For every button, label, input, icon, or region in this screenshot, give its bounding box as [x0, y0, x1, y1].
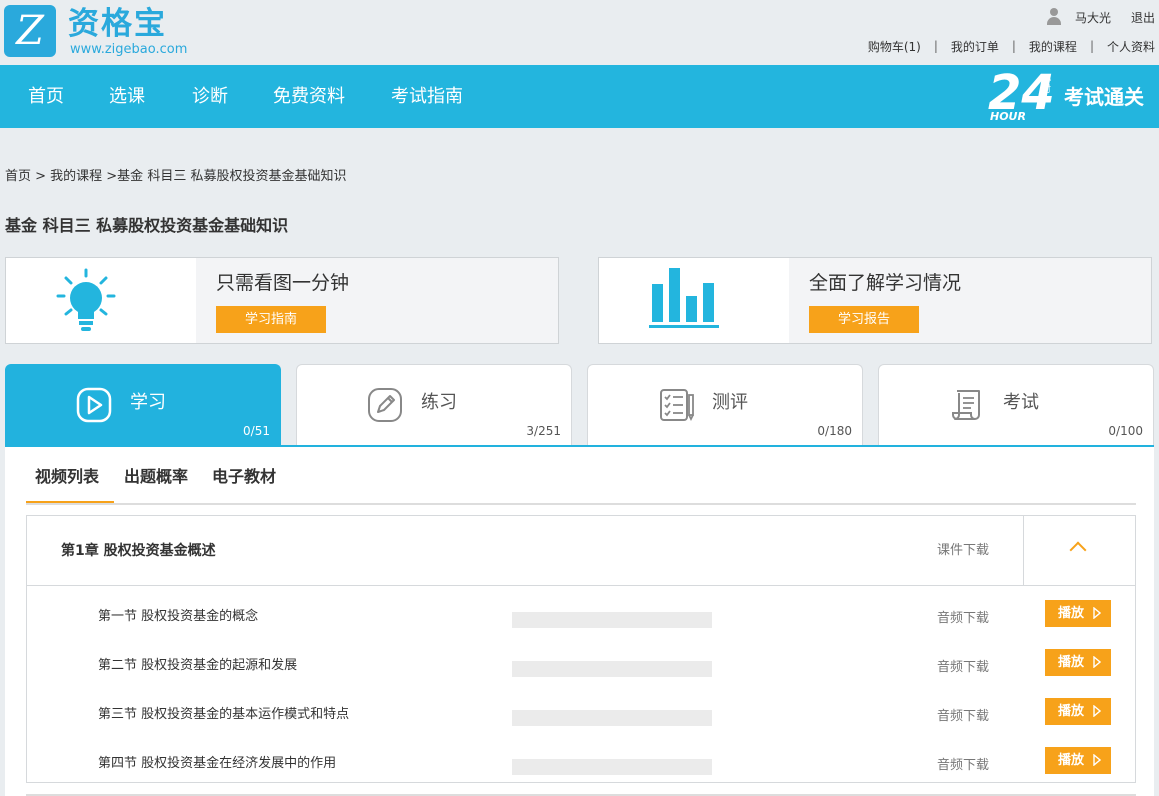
tab-exam[interactable]: 考试 0/100 — [878, 364, 1154, 446]
my-orders-link[interactable]: 我的订单 — [951, 38, 999, 55]
tab-label: 练习 — [421, 392, 457, 413]
logo-url: www.zigebao.com — [70, 42, 188, 57]
play-triangle-icon — [1093, 656, 1101, 668]
study-guide-card: 只需看图一分钟 学习指南 — [5, 257, 559, 344]
progress-bar — [512, 661, 712, 677]
logo[interactable]: Z 资格宝 www.zigebao.com — [4, 5, 188, 61]
promo-text: 只需看图一分钟 — [216, 272, 350, 294]
nav-item-home[interactable]: 首页 — [28, 65, 64, 128]
play-triangle-icon — [1093, 607, 1101, 619]
play-button[interactable]: 播放 — [1045, 747, 1111, 774]
section-name[interactable]: 第三节 股权投资基金的基本运作模式和特点 — [98, 706, 349, 724]
subtab-divider — [26, 503, 1136, 505]
badge-hour: HOUR — [990, 110, 1026, 123]
tab-practice[interactable]: 练习 3/251 — [296, 364, 572, 446]
audio-download-link[interactable]: 音频下载 — [937, 610, 989, 628]
courseware-download-link[interactable]: 课件下载 — [937, 541, 989, 561]
logout-link[interactable]: 退出 — [1131, 9, 1155, 26]
cart-link[interactable]: 购物车(1) — [868, 38, 921, 55]
play-label: 播放 — [1058, 704, 1085, 719]
24-hour-badge: 24 小时 HOUR — [988, 65, 1064, 123]
progress-bar — [512, 710, 712, 726]
bar-chart-icon — [599, 258, 789, 343]
play-icon — [74, 385, 114, 425]
play-label: 播放 — [1058, 753, 1085, 768]
badge-text: 考试通关 — [1064, 85, 1144, 109]
checklist-icon — [656, 385, 696, 425]
content-panel: 视频列表 出题概率 电子教材 第1章 股权投资基金概述 课件下载 第一节 股权投… — [5, 447, 1154, 796]
progress-bar — [512, 612, 712, 628]
collapse-button[interactable] — [1023, 516, 1135, 586]
play-button[interactable]: 播放 — [1045, 649, 1111, 676]
audio-download-link[interactable]: 音频下载 — [937, 708, 989, 726]
list-item: 第三节 股权投资基金的基本运作模式和特点 音频下载 播放 — [27, 698, 1135, 738]
tab-label: 考试 — [1003, 392, 1039, 413]
link-separator: | — [933, 39, 938, 53]
progress-bar — [512, 759, 712, 775]
header: Z 资格宝 www.zigebao.com 马大光 退出 购物车(1) | 我的… — [0, 0, 1159, 65]
logo-name: 资格宝 — [68, 6, 167, 42]
chevron-up-icon — [1069, 541, 1087, 559]
user-icon — [1046, 8, 1061, 26]
link-separator: | — [1089, 39, 1094, 53]
user-area: 马大光 退出 — [1046, 6, 1155, 28]
tab-count: 0/180 — [817, 424, 852, 438]
study-report-button[interactable]: 学习报告 — [809, 306, 919, 333]
exam-paper-icon — [947, 385, 987, 425]
section-name[interactable]: 第一节 股权投资基金的概念 — [98, 608, 258, 626]
audio-download-link[interactable]: 音频下载 — [937, 757, 989, 775]
promo-text: 全面了解学习情况 — [809, 272, 962, 294]
play-label: 播放 — [1058, 655, 1085, 670]
nav-item-exam-guide[interactable]: 考试指南 — [391, 65, 463, 128]
logo-icon: Z — [4, 5, 56, 57]
main-nav: 首页 选课 诊断 免费资料 考试指南 24 小时 HOUR — [0, 65, 1159, 128]
nav-item-free-materials[interactable]: 免费资料 — [273, 65, 345, 128]
study-guide-button[interactable]: 学习指南 — [216, 306, 326, 333]
link-separator: | — [1011, 39, 1016, 53]
section-name[interactable]: 第四节 股权投资基金在经济发展中的作用 — [98, 755, 336, 773]
chapter-title: 第1章 股权投资基金概述 — [61, 543, 216, 559]
list-item: 第一节 股权投资基金的概念 音频下载 播放 — [27, 600, 1135, 640]
nav-item-diagnosis[interactable]: 诊断 — [192, 65, 228, 128]
study-report-card: 全面了解学习情况 学习报告 — [598, 257, 1152, 344]
tab-label: 测评 — [712, 392, 748, 413]
subtab-ebook[interactable]: 电子教材 — [212, 465, 276, 503]
badge-small: 小时 — [1042, 75, 1052, 95]
list-item: 第二节 股权投资基金的起源和发展 音频下载 播放 — [27, 649, 1135, 689]
play-button[interactable]: 播放 — [1045, 600, 1111, 627]
chapter-block: 第1章 股权投资基金概述 课件下载 第一节 股权投资基金的概念 音频下载 播放 … — [26, 515, 1136, 783]
list-item: 第四节 股权投资基金在经济发展中的作用 音频下载 播放 — [27, 747, 1135, 787]
nav-item-courses[interactable]: 选课 — [109, 65, 145, 128]
lightbulb-icon — [6, 258, 196, 343]
subtab-video-list[interactable]: 视频列表 — [26, 465, 114, 503]
section-name[interactable]: 第二节 股权投资基金的起源和发展 — [98, 657, 297, 675]
profile-link[interactable]: 个人资料 — [1107, 38, 1155, 55]
play-triangle-icon — [1093, 705, 1101, 717]
tab-evaluation[interactable]: 测评 0/180 — [587, 364, 863, 446]
my-courses-link[interactable]: 我的课程 — [1029, 38, 1077, 55]
play-button[interactable]: 播放 — [1045, 698, 1111, 725]
tab-label: 学习 — [130, 392, 166, 413]
chapter-header: 第1章 股权投资基金概述 课件下载 — [27, 516, 1135, 586]
play-triangle-icon — [1093, 754, 1101, 766]
subtab-question-probability[interactable]: 出题概率 — [124, 465, 188, 503]
play-label: 播放 — [1058, 606, 1085, 621]
pencil-icon — [365, 385, 405, 425]
page-title: 基金 科目三 私募股权投资基金基础知识 — [5, 216, 289, 235]
audio-download-link[interactable]: 音频下载 — [937, 659, 989, 677]
tab-study[interactable]: 学习 0/51 — [5, 364, 281, 446]
tab-count: 0/51 — [243, 424, 270, 438]
top-links: 购物车(1) | 我的订单 | 我的课程 | 个人资料 — [868, 37, 1155, 55]
tab-count: 0/100 — [1108, 424, 1143, 438]
user-name[interactable]: 马大光 — [1075, 9, 1111, 26]
breadcrumb[interactable]: 首页 > 我的课程 >基金 科目三 私募股权投资基金基础知识 — [5, 168, 346, 186]
tab-count: 3/251 — [526, 424, 561, 438]
